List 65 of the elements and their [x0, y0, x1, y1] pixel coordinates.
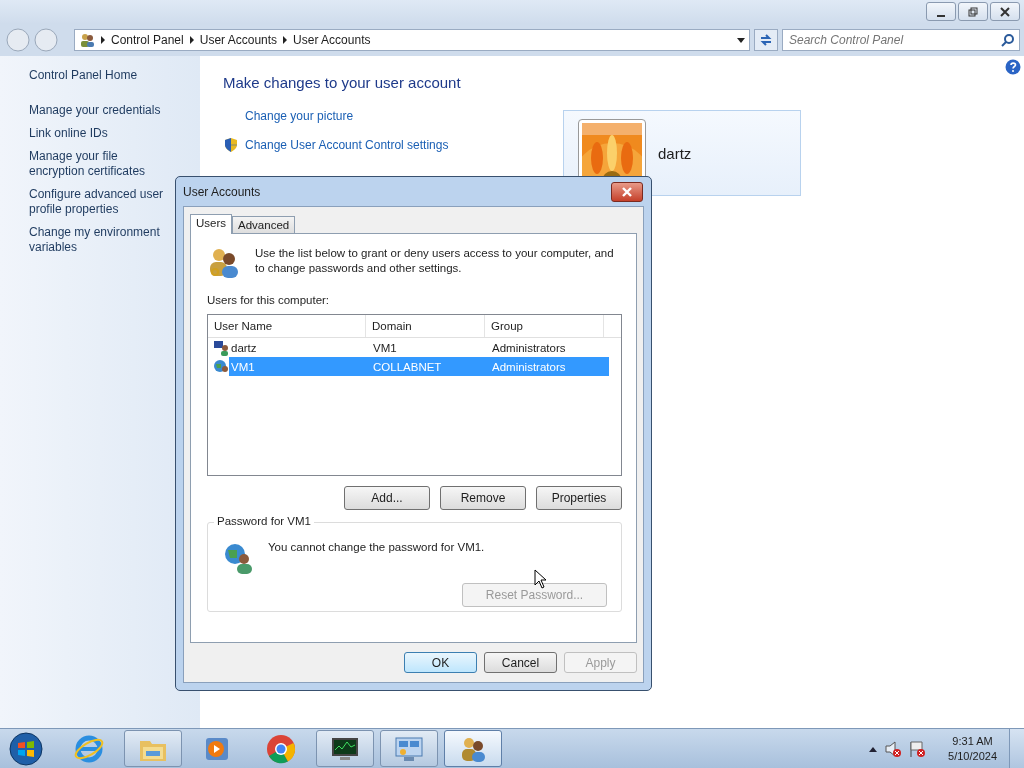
speaker-muted-icon[interactable] — [884, 739, 903, 758]
search-field[interactable]: Search Control Panel — [782, 29, 1020, 51]
start-button[interactable] — [8, 730, 44, 767]
restore-button[interactable] — [958, 2, 988, 21]
minimize-button[interactable] — [926, 2, 956, 21]
refresh-button[interactable] — [754, 29, 778, 51]
refresh-icon — [759, 33, 773, 47]
dialog-button[interactable]: Add... — [344, 486, 430, 510]
task-link[interactable]: Change User Account Control settings — [245, 138, 449, 152]
restore-icon — [968, 6, 978, 17]
clock-date[interactable]: 5/10/2024 — [948, 748, 997, 764]
list-label: Users for this computer: — [207, 294, 331, 306]
e-logo-icon — [74, 733, 104, 764]
monitor-icon — [330, 735, 360, 762]
close-icon — [621, 186, 633, 197]
taskbar-button[interactable] — [444, 730, 502, 767]
page-title: Make changes to your user account — [223, 74, 462, 91]
users-icon — [207, 246, 241, 280]
breadcrumb[interactable]: User Accounts — [293, 33, 371, 47]
sidebar-link[interactable]: Manage your credentials — [29, 103, 176, 118]
column-header[interactable]: User Name — [208, 315, 366, 337]
address-bar[interactable]: Control Panel User Accounts User Accounts — [74, 29, 750, 51]
close-button[interactable] — [990, 2, 1020, 21]
intro-text: Use the list below to grant or deny users access to your computer, and to change passwords and other settings. — [255, 246, 615, 276]
breadcrumb[interactable]: User Accounts — [199, 33, 278, 47]
sidebar-link[interactable]: Configure advanced user profile properties — [29, 187, 176, 217]
shield-icon — [223, 137, 239, 153]
mouse-cursor-icon — [534, 569, 547, 589]
user-computer-icon — [213, 339, 229, 356]
password-message: You cannot change the password for VM1. — [268, 541, 485, 553]
dialog-title: User Accounts — [183, 184, 261, 199]
clock-time[interactable]: 9:31 AM — [952, 733, 993, 749]
breadcrumb[interactable]: Control Panel — [111, 33, 184, 47]
sidebar-link[interactable]: Control Panel Home — [29, 68, 176, 83]
search-icon — [1001, 33, 1015, 47]
users-icon — [79, 32, 95, 48]
dialog-button[interactable]: OK — [404, 652, 477, 673]
column-header[interactable]: Group — [485, 315, 604, 337]
chrome-icon — [266, 733, 296, 764]
sidebar-link[interactable]: Link online IDs — [29, 126, 176, 141]
tab[interactable]: Users — [190, 214, 233, 234]
sidebar-link[interactable]: Change my environment variables — [29, 225, 176, 255]
dialog-button[interactable]: Cancel — [484, 652, 557, 673]
column-header[interactable]: Domain — [366, 315, 485, 337]
account-name: dartz — [658, 144, 692, 162]
close-button[interactable] — [611, 181, 643, 202]
dialog-button[interactable]: Remove — [440, 486, 526, 510]
close-icon — [1000, 6, 1010, 17]
task-link[interactable]: Change your picture — [245, 109, 354, 123]
help-icon[interactable] — [1005, 59, 1021, 75]
list-row[interactable]: dartz VM1 Administrators — [229, 338, 609, 357]
flag-icon[interactable] — [908, 739, 927, 758]
control-panel-icon — [394, 734, 424, 763]
breadcrumb-arrow-icon — [189, 36, 194, 44]
taskbar-button[interactable] — [316, 730, 374, 767]
dialog-button[interactable]: Properties — [536, 486, 622, 510]
play-icon — [204, 735, 230, 762]
globe-user-icon — [213, 358, 229, 375]
breadcrumb-arrow-icon — [101, 36, 105, 44]
group-title: Password for VM1 — [214, 515, 314, 527]
tab[interactable]: Advanced — [232, 216, 296, 233]
dropdown-arrow-icon[interactable] — [737, 37, 745, 43]
minimize-icon — [937, 14, 945, 17]
breadcrumb-arrow-icon — [283, 36, 288, 44]
sidebar-link[interactable]: Manage your file encryption certificates — [29, 149, 176, 179]
